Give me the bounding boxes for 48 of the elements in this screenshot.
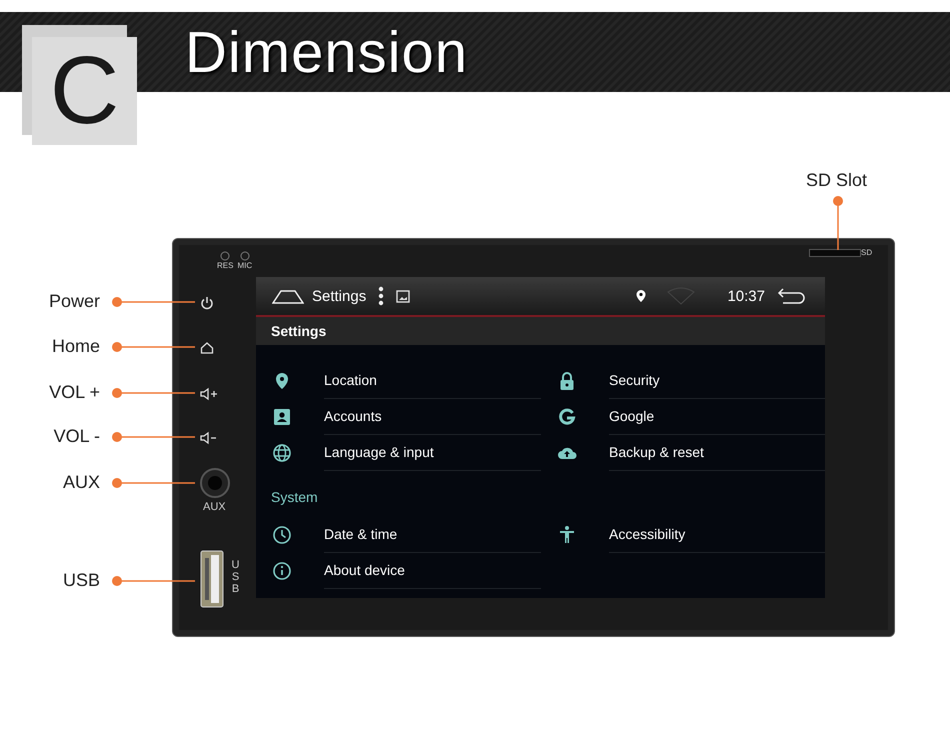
settings-item[interactable]: Date & time <box>324 517 541 553</box>
more-icon[interactable] <box>378 286 384 306</box>
port-label: SD <box>861 248 872 257</box>
back-icon[interactable] <box>777 287 807 305</box>
settings-item[interactable]: Google <box>609 399 825 435</box>
g-icon <box>557 407 577 427</box>
page-title: Dimension <box>185 20 468 86</box>
sd-slot <box>809 249 861 257</box>
power-icon[interactable] <box>200 296 214 310</box>
indicator-label: RES <box>217 261 234 270</box>
volume-up-icon[interactable] <box>200 387 218 401</box>
home-icon[interactable] <box>200 341 214 355</box>
location-icon <box>635 289 648 303</box>
callout-label: Power <box>48 291 100 312</box>
aux-jack <box>200 468 230 498</box>
indicator-label: MIC <box>237 261 252 270</box>
port-label: USB <box>230 559 240 596</box>
leader-line <box>832 195 844 250</box>
account-icon <box>272 407 292 427</box>
callout-label: Home <box>52 336 100 357</box>
wifi-icon <box>667 287 696 305</box>
settings-item[interactable]: Accounts <box>324 399 541 435</box>
info-icon <box>272 561 292 581</box>
letter-tile: C <box>32 37 137 145</box>
settings-item[interactable]: Security <box>609 363 825 399</box>
port-label: AUX <box>203 501 226 513</box>
section-header: System <box>270 488 319 507</box>
settings-item[interactable]: Language & input <box>324 435 541 471</box>
clock-icon <box>272 525 292 545</box>
hole-icon <box>220 251 230 261</box>
callout-label: USB <box>62 570 100 591</box>
callout-label: VOL + <box>49 382 100 403</box>
settings-item[interactable]: About device <box>324 553 541 589</box>
callout-label: VOL - <box>54 426 100 447</box>
usb-port <box>200 550 224 608</box>
settings-item[interactable]: Location <box>324 363 541 399</box>
callout-label: AUX <box>62 472 100 493</box>
image-icon[interactable] <box>396 290 410 302</box>
globe-icon <box>272 443 292 463</box>
status-title: Settings <box>312 288 366 304</box>
person-icon <box>557 525 577 545</box>
settings-item[interactable]: Accessibility <box>609 517 825 553</box>
hole-icon <box>240 251 250 261</box>
app-bar-title: Settings <box>271 323 326 339</box>
callout-label: SD Slot <box>806 170 868 191</box>
settings-item[interactable]: Backup & reset <box>609 435 825 471</box>
clock-time: 10:37 <box>727 288 765 304</box>
volume-down-icon[interactable] <box>200 431 218 445</box>
